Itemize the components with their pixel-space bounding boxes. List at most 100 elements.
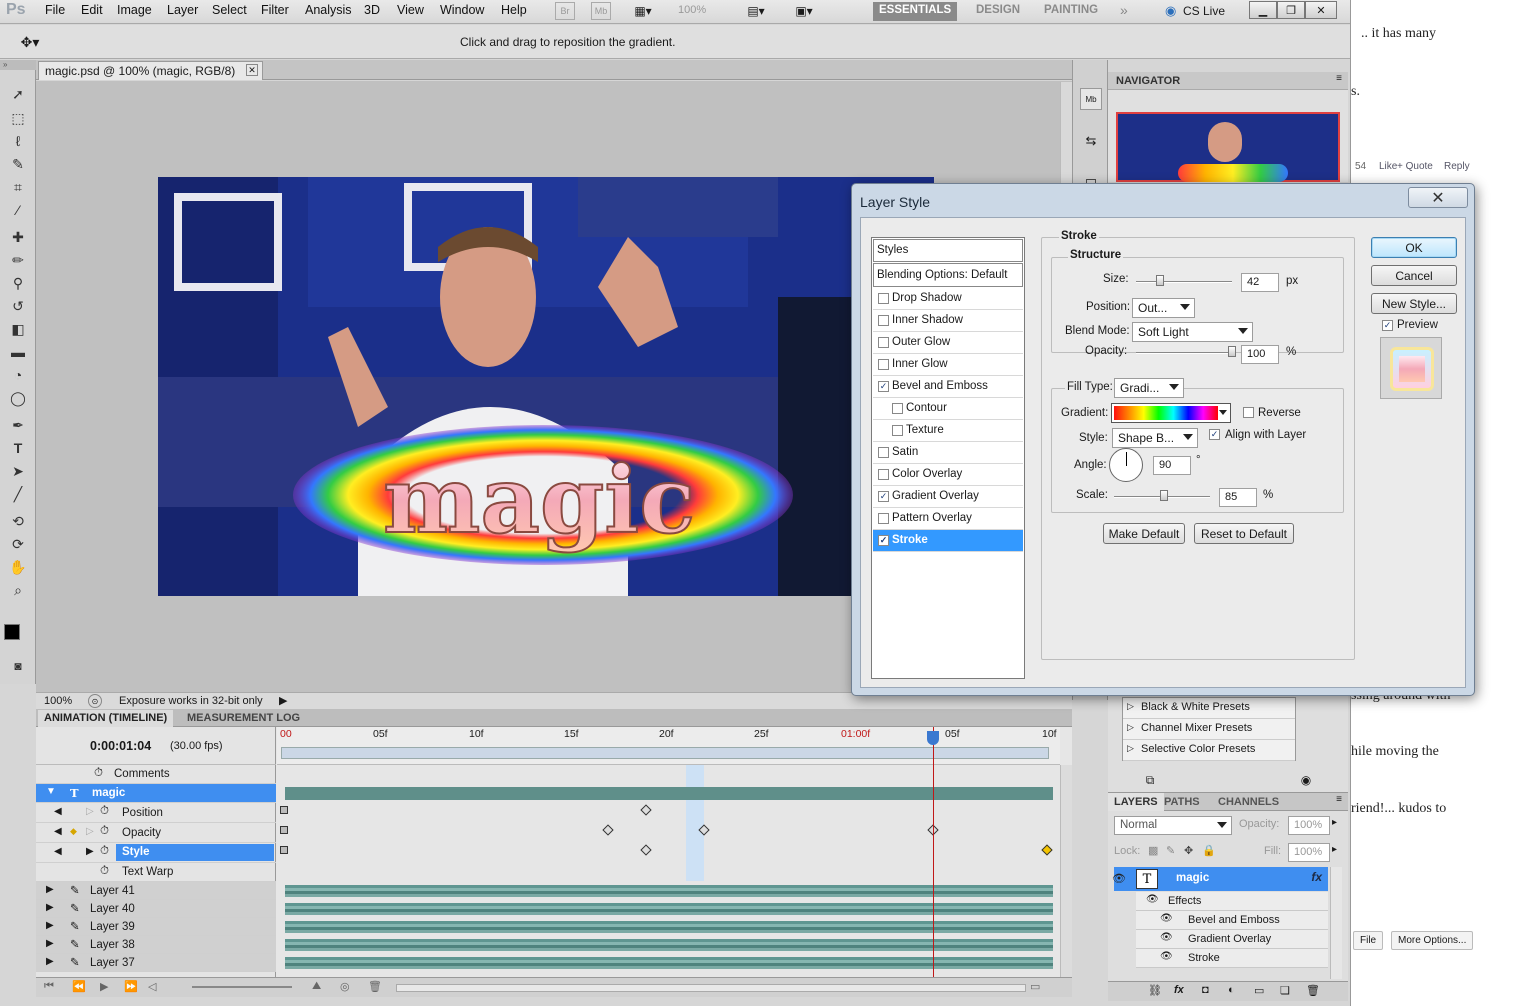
- opacity-slider-thumb[interactable]: [1228, 346, 1236, 357]
- lock-image-icon[interactable]: ✎: [1166, 844, 1175, 857]
- maximize-button[interactable]: ❐: [1277, 1, 1305, 19]
- style-item-stroke[interactable]: ✓ Stroke: [873, 530, 1023, 552]
- timeline-row-layer-37[interactable]: ▶ ✎ Layer 37: [36, 954, 276, 972]
- workspace-essentials[interactable]: ESSENTIALS: [873, 2, 958, 21]
- prev-keyframe-icon[interactable]: ◀: [54, 846, 62, 857]
- next-keyframe-icon[interactable]: ▶: [86, 846, 94, 857]
- effect-row-gradient-overlay[interactable]: 👁 Gradient Overlay: [1136, 930, 1328, 949]
- workspace-painting[interactable]: PAINTING: [1038, 2, 1104, 21]
- menu-window[interactable]: Window: [440, 3, 484, 17]
- adjustment-visibility-icon[interactable]: ◉: [1296, 772, 1316, 788]
- status-info-icon[interactable]: ⊙: [88, 694, 102, 708]
- add-style-icon[interactable]: fx: [1174, 984, 1184, 996]
- layer-fill-field[interactable]: 100%: [1288, 843, 1330, 862]
- keyframe-position[interactable]: [640, 804, 652, 816]
- expand-triangle-icon[interactable]: ▼: [46, 786, 56, 797]
- add-mask-icon[interactable]: ◘: [1202, 984, 1209, 996]
- style-checkbox[interactable]: [878, 513, 889, 524]
- timeline-scrollbar[interactable]: [1060, 765, 1072, 977]
- keyframe-style-selected[interactable]: [1041, 844, 1053, 856]
- align-with-layer-checkbox[interactable]: ✓: [1209, 429, 1220, 440]
- status-zoom[interactable]: 100%: [44, 695, 72, 707]
- blending-options-item[interactable]: Blending Options: Default: [873, 263, 1023, 287]
- zoom-slider[interactable]: [192, 986, 292, 988]
- effect-row-stroke[interactable]: 👁 Stroke: [1136, 949, 1328, 968]
- menu-file[interactable]: File: [45, 3, 65, 17]
- visibility-eye-icon[interactable]: 👁: [1160, 932, 1173, 943]
- document-image[interactable]: magic: [158, 177, 934, 596]
- prev-keyframe-icon[interactable]: ◀: [54, 806, 62, 817]
- timeline-row-layer-38[interactable]: ▶ ✎ Layer 38: [36, 936, 276, 954]
- style-item-gradient-overlay[interactable]: ✓ Gradient Overlay: [873, 486, 1023, 508]
- type-tool-icon[interactable]: T: [8, 438, 28, 458]
- timeline-row-style[interactable]: ◀ ▶ ⏱ Style: [36, 843, 276, 863]
- keyframe-start-position[interactable]: [280, 806, 288, 814]
- stopwatch-icon[interactable]: ⏱: [100, 845, 109, 858]
- expand-triangle-icon[interactable]: ▷: [1127, 743, 1134, 754]
- position-select[interactable]: Out...: [1132, 298, 1195, 318]
- menu-3d[interactable]: 3D: [364, 3, 380, 17]
- panel-menu-icon[interactable]: ≡: [1336, 73, 1342, 84]
- fx-icon[interactable]: fx: [1311, 870, 1322, 884]
- size-slider-thumb[interactable]: [1156, 275, 1164, 286]
- web-file-button[interactable]: File: [1353, 931, 1384, 950]
- next-frame-icon[interactable]: ⏩: [124, 980, 138, 993]
- view-extras-icon[interactable]: ▦▾: [628, 2, 658, 20]
- timeline-row-layer-39[interactable]: ▶ ✎ Layer 39: [36, 918, 276, 936]
- crop-tool-icon[interactable]: ⌗: [8, 177, 28, 197]
- tab-paths[interactable]: PATHS: [1164, 796, 1200, 808]
- lasso-tool-icon[interactable]: ℓ: [8, 131, 28, 151]
- timeline-row-magic[interactable]: ▼ T magic: [36, 784, 276, 803]
- history-panel-icon[interactable]: ⇆: [1080, 130, 1102, 152]
- menu-view[interactable]: View: [397, 3, 424, 17]
- dialog-close-button[interactable]: ✕: [1408, 187, 1468, 208]
- prev-frame-icon[interactable]: ⏪: [72, 980, 86, 993]
- style-checkbox[interactable]: [878, 447, 889, 458]
- history-brush-tool-icon[interactable]: ↺: [8, 296, 28, 316]
- layer-row-magic[interactable]: 👁 T magic fx: [1112, 867, 1328, 891]
- workspace-design[interactable]: DESIGN: [970, 2, 1026, 21]
- visibility-eye-icon[interactable]: 👁: [1160, 951, 1173, 962]
- tools-collapse-icon[interactable]: »: [0, 60, 36, 70]
- timeline-row-text-warp[interactable]: ⏱ Text Warp: [36, 863, 276, 882]
- new-group-icon[interactable]: ▭: [1254, 984, 1264, 997]
- blend-mode-select[interactable]: Normal: [1114, 816, 1232, 835]
- tab-animation-timeline[interactable]: ANIMATION (TIMELINE): [38, 710, 174, 727]
- marquee-tool-icon[interactable]: ⬚: [8, 108, 28, 128]
- expand-triangle-icon[interactable]: ▷: [1127, 722, 1134, 733]
- status-menu-arrow-icon[interactable]: ▶: [279, 694, 287, 707]
- delete-keyframes-icon[interactable]: 🗑: [368, 980, 382, 993]
- menu-help[interactable]: Help: [501, 3, 527, 17]
- document-tab[interactable]: magic.psd @ 100% (magic, RGB/8) ✕: [38, 61, 263, 80]
- brush-tool-icon[interactable]: ✏: [8, 250, 28, 270]
- link-layers-icon[interactable]: ⛓: [1148, 984, 1162, 997]
- timeline-horizontal-scrollbar[interactable]: [396, 984, 1026, 992]
- expand-triangle-icon[interactable]: ▶: [46, 956, 54, 967]
- expand-triangle-icon[interactable]: ▷: [1127, 701, 1134, 712]
- expand-triangle-icon[interactable]: ▶: [46, 884, 54, 895]
- style-item-color-overlay[interactable]: Color Overlay: [873, 464, 1023, 486]
- keyframe-style[interactable]: [640, 844, 652, 856]
- quick-mask-icon[interactable]: ◙: [8, 656, 28, 676]
- track-layer-41[interactable]: [285, 885, 1053, 897]
- reverse-checkbox[interactable]: [1243, 407, 1254, 418]
- expand-triangle-icon[interactable]: ▶: [46, 938, 54, 949]
- ok-button[interactable]: OK: [1371, 237, 1457, 258]
- panel-menu-icon[interactable]: ≡: [1336, 794, 1342, 805]
- convert-to-frames-icon[interactable]: ▭: [1030, 980, 1040, 993]
- keyframe-opacity[interactable]: [602, 824, 614, 836]
- style-item-contour[interactable]: Contour: [873, 398, 1023, 420]
- opacity-arrow-icon[interactable]: ▸: [1332, 817, 1337, 828]
- healing-brush-tool-icon[interactable]: ✚: [8, 227, 28, 247]
- minimize-button[interactable]: ▁: [1249, 1, 1277, 19]
- track-layer-40[interactable]: [285, 903, 1053, 915]
- stopwatch-icon[interactable]: ⏱: [100, 805, 109, 818]
- timeline-row-opacity[interactable]: ◀ ◆ ▷ ⏱ Opacity: [36, 823, 276, 843]
- hand-tool-icon[interactable]: ✋: [8, 557, 28, 577]
- style-select[interactable]: Shape B...: [1112, 428, 1198, 448]
- menu-filter[interactable]: Filter: [261, 3, 289, 17]
- style-checkbox[interactable]: [878, 315, 889, 326]
- screen-mode-icon[interactable]: ▣▾: [788, 2, 820, 20]
- style-checkbox[interactable]: [878, 359, 889, 370]
- gradient-tool-icon[interactable]: ▬: [8, 342, 28, 362]
